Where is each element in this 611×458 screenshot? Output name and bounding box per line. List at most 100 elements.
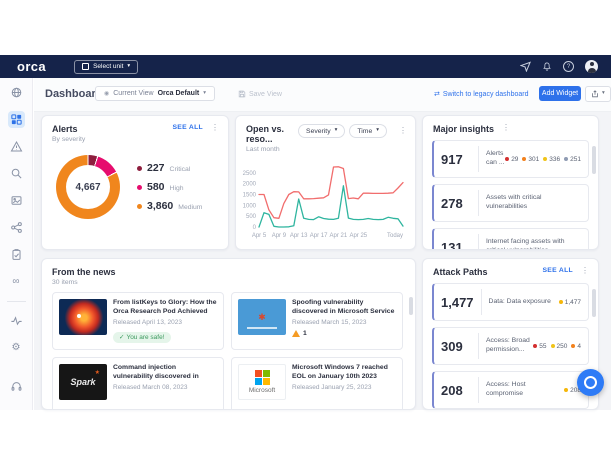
microsoft-label: Microsoft bbox=[249, 387, 275, 394]
insights-title: Major insights bbox=[433, 124, 494, 134]
support-headset-icon[interactable] bbox=[8, 378, 25, 395]
spark-logo: Spark bbox=[70, 377, 95, 387]
attack-path-item-broad-permissions[interactable]: 309 Access: Broad permission... 55 250 4 bbox=[432, 327, 589, 365]
shift-left-infinity-icon[interactable]: ∞ bbox=[8, 273, 25, 290]
insight-value: 917 bbox=[441, 152, 471, 167]
screenshot-canvas: orca Select unit ▾ ? bbox=[0, 0, 611, 458]
sidebar-item-dashboard[interactable] bbox=[8, 111, 25, 128]
attack-path-label: Data: Data exposure bbox=[489, 298, 559, 307]
attack-path-value: 1,477 bbox=[441, 295, 474, 310]
critical-label: Critical bbox=[170, 166, 191, 173]
insight-item-critical-assets[interactable]: 278 Assets with critical vulnerabilities bbox=[432, 184, 589, 222]
add-widget-button[interactable]: Add Widget bbox=[539, 86, 581, 101]
alerts-legend: 227 Critical 580 High 3,860 Medium bbox=[137, 162, 202, 212]
dot-count: 55 bbox=[539, 343, 546, 350]
svg-text:Apr 21: Apr 21 bbox=[330, 233, 348, 239]
alerts-see-all-link[interactable]: SEE ALL bbox=[172, 124, 203, 131]
news-item-windows-eol[interactable]: Microsoft Microsoft Windows 7 reached EO… bbox=[231, 357, 403, 410]
alerts-total: 4,667 bbox=[66, 165, 110, 209]
attack-path-item-data-exposure[interactable]: 1,477 Data: Data exposure 1,477 bbox=[432, 283, 589, 321]
svg-text:Today: Today bbox=[387, 233, 403, 239]
svg-text:Apr 13: Apr 13 bbox=[290, 233, 308, 239]
chevron-down-icon: ▾ bbox=[602, 91, 605, 97]
news-item-orca-research[interactable]: From listKeys to Glory: How the Orca Res… bbox=[52, 292, 224, 350]
attack-paths-menu-kebab-icon[interactable]: ⋮ bbox=[581, 267, 589, 275]
chevron-down-icon: ▾ bbox=[203, 91, 206, 97]
switch-legacy-link[interactable]: ⇄ Switch to legacy dashboard bbox=[434, 90, 528, 98]
dot-count: 336 bbox=[549, 156, 560, 163]
severity-dot-icon bbox=[564, 157, 568, 161]
svg-text:500: 500 bbox=[246, 214, 257, 220]
chevron-down-icon: ▾ bbox=[127, 64, 130, 70]
medium-count: 3,860 bbox=[147, 200, 173, 212]
news-item-title: Spoofing vulnerability discovered in Mic… bbox=[292, 299, 396, 317]
alerts-menu-kebab-icon[interactable]: ⋮ bbox=[211, 124, 219, 132]
insight-label: Assets with critical vulnerabilities bbox=[486, 194, 581, 212]
legend-row-high[interactable]: 580 High bbox=[137, 181, 202, 193]
alerts-icon[interactable] bbox=[8, 138, 25, 155]
notifications-bell-icon[interactable] bbox=[542, 61, 552, 72]
alerts-title: Alerts bbox=[52, 124, 85, 134]
vertical-scrollbar[interactable] bbox=[409, 297, 413, 315]
save-disk-icon bbox=[238, 90, 246, 98]
severity-dot-icon bbox=[564, 388, 568, 392]
attack-path-graph-icon[interactable] bbox=[8, 219, 25, 236]
high-dot-icon bbox=[137, 185, 142, 190]
open-resolved-menu-kebab-icon[interactable]: ⋮ bbox=[399, 127, 407, 135]
severity-dot-icon bbox=[571, 344, 575, 348]
attack-path-value: 309 bbox=[441, 339, 471, 354]
attack-path-label: Access: Broad permission... bbox=[486, 337, 533, 355]
attack-path-item-host-compromise[interactable]: 208 Access: Host compromise 208 bbox=[432, 371, 589, 409]
alerts-subtitle: By severity bbox=[52, 136, 85, 143]
insights-menu-kebab-icon[interactable]: ⋮ bbox=[502, 124, 510, 132]
switch-arrows-icon: ⇄ bbox=[434, 90, 440, 98]
send-icon[interactable] bbox=[520, 61, 531, 72]
svg-text:2500: 2500 bbox=[243, 171, 257, 177]
sidebar: ∞ ⚙ bbox=[0, 78, 33, 410]
current-view-selector[interactable]: ◉ Current View Orca Default ▾ bbox=[95, 86, 215, 101]
settings-gear-icon[interactable]: ⚙ bbox=[8, 339, 25, 356]
inventory-icon[interactable] bbox=[8, 192, 25, 209]
insight-item-alerts[interactable]: 917 Alerts can ... 29 301 336 251 bbox=[432, 140, 589, 178]
business-unit-icon bbox=[82, 63, 89, 70]
severity-filter-label: Severity bbox=[306, 128, 331, 135]
user-avatar[interactable] bbox=[585, 60, 598, 73]
page-title: Dashboard bbox=[45, 88, 102, 100]
vertical-scrollbar[interactable] bbox=[592, 289, 596, 317]
legend-row-critical[interactable]: 227 Critical bbox=[137, 162, 202, 174]
export-split-button[interactable]: ▾ bbox=[585, 86, 611, 102]
legend-row-medium[interactable]: 3,860 Medium bbox=[137, 200, 202, 212]
compliance-clipboard-icon[interactable] bbox=[8, 246, 25, 263]
vertical-scrollbar[interactable] bbox=[592, 146, 596, 174]
news-thumbnail: Spark ★ bbox=[59, 364, 107, 400]
share-export-icon bbox=[591, 90, 599, 98]
sidebar-divider bbox=[7, 301, 26, 302]
news-item-date: Released April 13, 2023 bbox=[113, 319, 217, 326]
svg-text:Apr 9: Apr 9 bbox=[272, 233, 287, 239]
severity-filter-dropdown[interactable]: Severity ▾ bbox=[298, 124, 345, 138]
assistant-fab-button[interactable] bbox=[577, 369, 604, 396]
radar-icon[interactable] bbox=[8, 84, 25, 101]
critical-count: 227 bbox=[147, 162, 165, 174]
news-item-service-fabric[interactable]: ✱ Spoofing vulnerability discovered in M… bbox=[231, 292, 403, 350]
news-item-apache-spark[interactable]: Spark ★ Command injection vulnerability … bbox=[52, 357, 224, 410]
insight-value: 278 bbox=[441, 196, 471, 211]
save-view-button[interactable]: Save View bbox=[238, 90, 282, 98]
safe-badge-label: You are safe! bbox=[126, 334, 164, 341]
dot-count: 1,477 bbox=[565, 299, 581, 306]
insight-item-internet-facing[interactable]: 131 Internet facing assets with critical… bbox=[432, 228, 589, 250]
news-count: 30 items bbox=[52, 279, 116, 286]
time-filter-dropdown[interactable]: Time ▾ bbox=[349, 124, 387, 138]
attack-paths-see-all-link[interactable]: SEE ALL bbox=[542, 267, 573, 274]
news-thumbnail: Microsoft bbox=[238, 364, 286, 400]
sonar-activity-icon[interactable] bbox=[8, 312, 25, 329]
help-icon[interactable]: ? bbox=[563, 61, 574, 72]
news-widget: From the news 30 items From listKeys to … bbox=[41, 258, 416, 410]
search-icon[interactable] bbox=[8, 165, 25, 182]
current-view-label: Current View bbox=[113, 90, 153, 97]
open-vs-resolved-widget: Open vs. reso... Last month Severity ▾ T… bbox=[235, 115, 416, 250]
warning-indicator: 1 bbox=[292, 330, 396, 337]
select-unit-button[interactable]: Select unit ▾ bbox=[74, 60, 138, 74]
alerts-donut-chart[interactable]: 4,667 bbox=[56, 155, 120, 219]
orca-logo[interactable]: orca bbox=[17, 59, 46, 74]
